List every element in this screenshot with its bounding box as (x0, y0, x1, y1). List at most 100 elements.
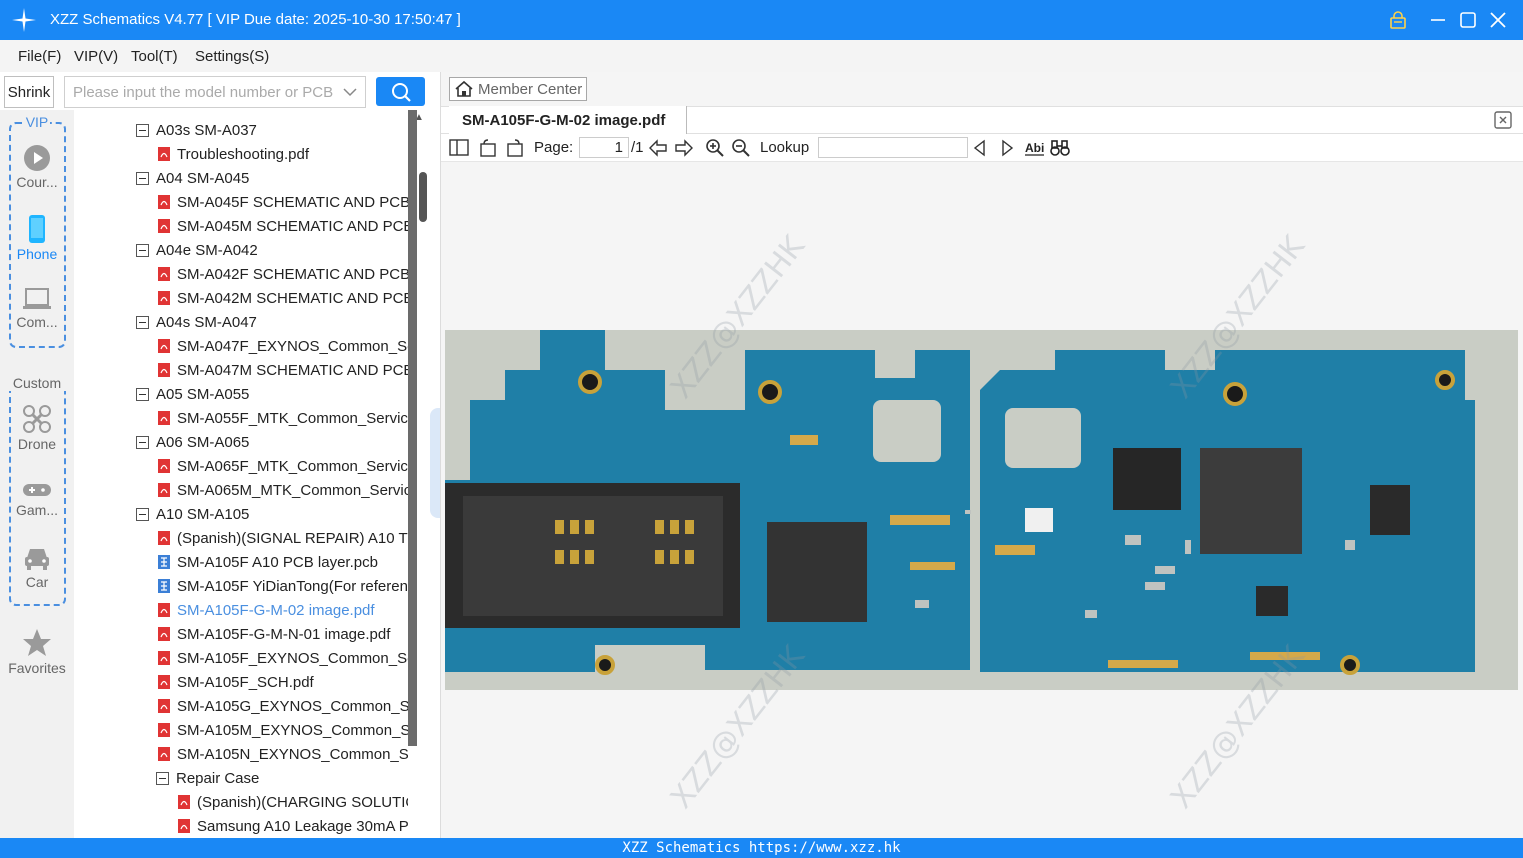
status-bar: XZZ Schematics https://www.xzz.hk (0, 838, 1523, 858)
tree-folder[interactable]: A04e SM-A042 (136, 238, 408, 262)
next-page-icon[interactable] (674, 138, 694, 158)
search-input[interactable] (65, 77, 335, 107)
chevron-down-icon[interactable] (343, 83, 357, 101)
find-next-icon[interactable] (999, 138, 1015, 158)
page-label: Page: (534, 139, 574, 156)
tree-folder[interactable]: A10 SM-A105 (136, 502, 408, 526)
sidebar-item-computer[interactable]: Com... (0, 286, 74, 330)
page-number-input[interactable]: 1 (579, 137, 629, 158)
collapse-panel-handle[interactable] (430, 408, 440, 518)
file-tree: A03s SM-A037 Troubleshooting.pdf A04 SM-A0… (76, 110, 408, 838)
zoom-out-icon[interactable] (731, 138, 751, 158)
sidebar-item-label: Cour... (16, 174, 58, 190)
binoculars-icon[interactable] (1049, 138, 1071, 158)
collapse-toggle-icon[interactable] (136, 387, 149, 401)
tree-file[interactable]: SM-A045F SCHEMATIC AND PCB.p (157, 190, 408, 214)
tree-folder[interactable]: Repair Case (156, 766, 408, 790)
close-tab-icon[interactable] (1493, 110, 1513, 130)
close-button[interactable] (1486, 8, 1510, 32)
pdf-file-icon (158, 291, 170, 305)
match-case-icon[interactable]: Abi (1024, 138, 1046, 158)
pcb-file-icon (158, 555, 170, 569)
tree-file[interactable]: SM-A065F_MTK_Common_Service_ (157, 454, 408, 478)
shrink-button[interactable]: Shrink (4, 76, 54, 108)
scroll-thumb[interactable] (419, 172, 427, 222)
pdf-file-icon (158, 483, 170, 497)
tree-file[interactable]: SM-A105N_EXYNOS_Common_Ser (157, 742, 408, 766)
tree-file[interactable]: SM-A105F-G-M-02 image.pdf (157, 598, 408, 622)
tree-file[interactable]: SM-A105F A10 PCB layer.pcb (157, 550, 408, 574)
tree-file[interactable]: SM-A105M_EXYNOS_Common_Ser (157, 718, 408, 742)
tree-item-label: SM-A105M_EXYNOS_Common_Ser (177, 721, 408, 739)
sidebar-item-phone[interactable]: Phone (0, 214, 74, 262)
tree-file[interactable]: (Spanish)(CHARGING SOLUTION (177, 790, 408, 814)
tree-file[interactable]: (Spanish)(SIGNAL REPAIR) A10 TEF (157, 526, 408, 550)
tree-file[interactable]: SM-A045M SCHEMATIC AND PCB. (157, 214, 408, 238)
tree-file[interactable]: SM-A105F YiDianTong(For referen (157, 574, 408, 598)
tree-file[interactable]: SM-A047M SCHEMATIC AND PCB. (157, 358, 408, 382)
tree-file[interactable]: SM-A042M SCHEMATIC AND PCB. (157, 286, 408, 310)
tree-item-label: SM-A055F_MTK_Common_Service_ (177, 409, 408, 427)
pdf-file-icon (158, 147, 170, 161)
tree-file[interactable]: SM-A105F-G-M-N-01 image.pdf (157, 622, 408, 646)
prev-page-icon[interactable] (648, 138, 668, 158)
tree-item-label: A05 SM-A055 (156, 385, 250, 403)
sidebar-item-favorites[interactable]: Favorites (0, 628, 74, 676)
lock-icon[interactable] (1386, 8, 1410, 32)
minimize-button[interactable] (1426, 8, 1450, 32)
tree-file[interactable]: SM-A042F SCHEMATIC AND PCB(C (157, 262, 408, 286)
tree-folder[interactable]: A06 SM-A065 (136, 430, 408, 454)
pdf-file-icon (158, 219, 170, 233)
tree-folder[interactable]: A04 SM-A045 (136, 166, 408, 190)
sidebar-item-drone[interactable]: Drone (0, 404, 74, 452)
rotate-right-icon[interactable] (505, 138, 525, 158)
tree-item-label: SM-A105F YiDianTong(For referen (177, 577, 408, 595)
tree-file[interactable]: SM-A105G_EXYNOS_Common_Serv (157, 694, 408, 718)
find-prev-icon[interactable] (972, 138, 988, 158)
tree-folder[interactable]: A04s SM-A047 (136, 310, 408, 334)
tree-item-label: SM-A042M SCHEMATIC AND PCB. (177, 289, 408, 307)
menu-file[interactable]: File(F) (18, 48, 61, 65)
rotate-left-icon[interactable] (478, 138, 498, 158)
lookup-input[interactable] (818, 137, 968, 158)
tree-file[interactable]: SM-A105F_SCH.pdf (157, 670, 408, 694)
collapse-toggle-icon[interactable] (136, 315, 149, 329)
collapse-toggle-icon[interactable] (136, 435, 149, 449)
tree-file[interactable]: SM-A105F_EXYNOS_Common_Serv (157, 646, 408, 670)
sidebar-item-car[interactable]: Car (0, 544, 74, 590)
tree-folder[interactable]: A05 SM-A055 (136, 382, 408, 406)
collapse-toggle-icon[interactable] (136, 243, 149, 257)
sidebar-item-label: Favorites (8, 660, 66, 676)
collapse-toggle-icon[interactable] (136, 123, 149, 137)
menu-tool[interactable]: Tool(T) (131, 48, 178, 65)
scroll-track[interactable] (408, 110, 417, 746)
menu-vip[interactable]: VIP(V) (74, 48, 118, 65)
zoom-in-icon[interactable] (705, 138, 725, 158)
pdf-file-icon (158, 675, 170, 689)
tree-file[interactable]: Samsung A10 Leakage 30mA Pc (177, 814, 408, 838)
tree-file[interactable]: SM-A065M_MTK_Common_Service (157, 478, 408, 502)
phone-icon (29, 215, 45, 243)
star-icon (23, 629, 51, 656)
page-total: /1 (631, 139, 644, 156)
sidebar-item-courses[interactable]: Cour... (0, 144, 74, 190)
collapse-toggle-icon[interactable] (136, 507, 149, 521)
tree-scrollbar[interactable]: ▲ (408, 110, 430, 838)
pdf-file-icon (158, 651, 170, 665)
search-button[interactable] (376, 77, 425, 106)
svg-text:Abi: Abi (1025, 141, 1044, 155)
collapse-toggle-icon[interactable] (156, 771, 169, 785)
member-center-button[interactable]: Member Center (449, 77, 587, 101)
tree-file[interactable]: Troubleshooting.pdf (157, 142, 408, 166)
tree-file[interactable]: SM-A047F_EXYNOS_Common_Serv (157, 334, 408, 358)
tree-folder[interactable]: A03s SM-A037 (136, 118, 408, 142)
collapse-toggle-icon[interactable] (136, 171, 149, 185)
window-title: XZZ Schematics V4.77 [ VIP Due date: 202… (50, 11, 461, 28)
menu-settings[interactable]: Settings(S) (195, 48, 269, 65)
pdf-file-icon (158, 195, 170, 209)
toggle-panel-icon[interactable] (449, 138, 469, 158)
maximize-button[interactable] (1456, 8, 1480, 32)
sidebar-item-game[interactable]: Gam... (0, 480, 74, 518)
tree-file[interactable]: SM-A055F_MTK_Common_Service_ (157, 406, 408, 430)
document-tab[interactable]: SM-A105F-G-M-02 image.pdf (449, 106, 687, 134)
